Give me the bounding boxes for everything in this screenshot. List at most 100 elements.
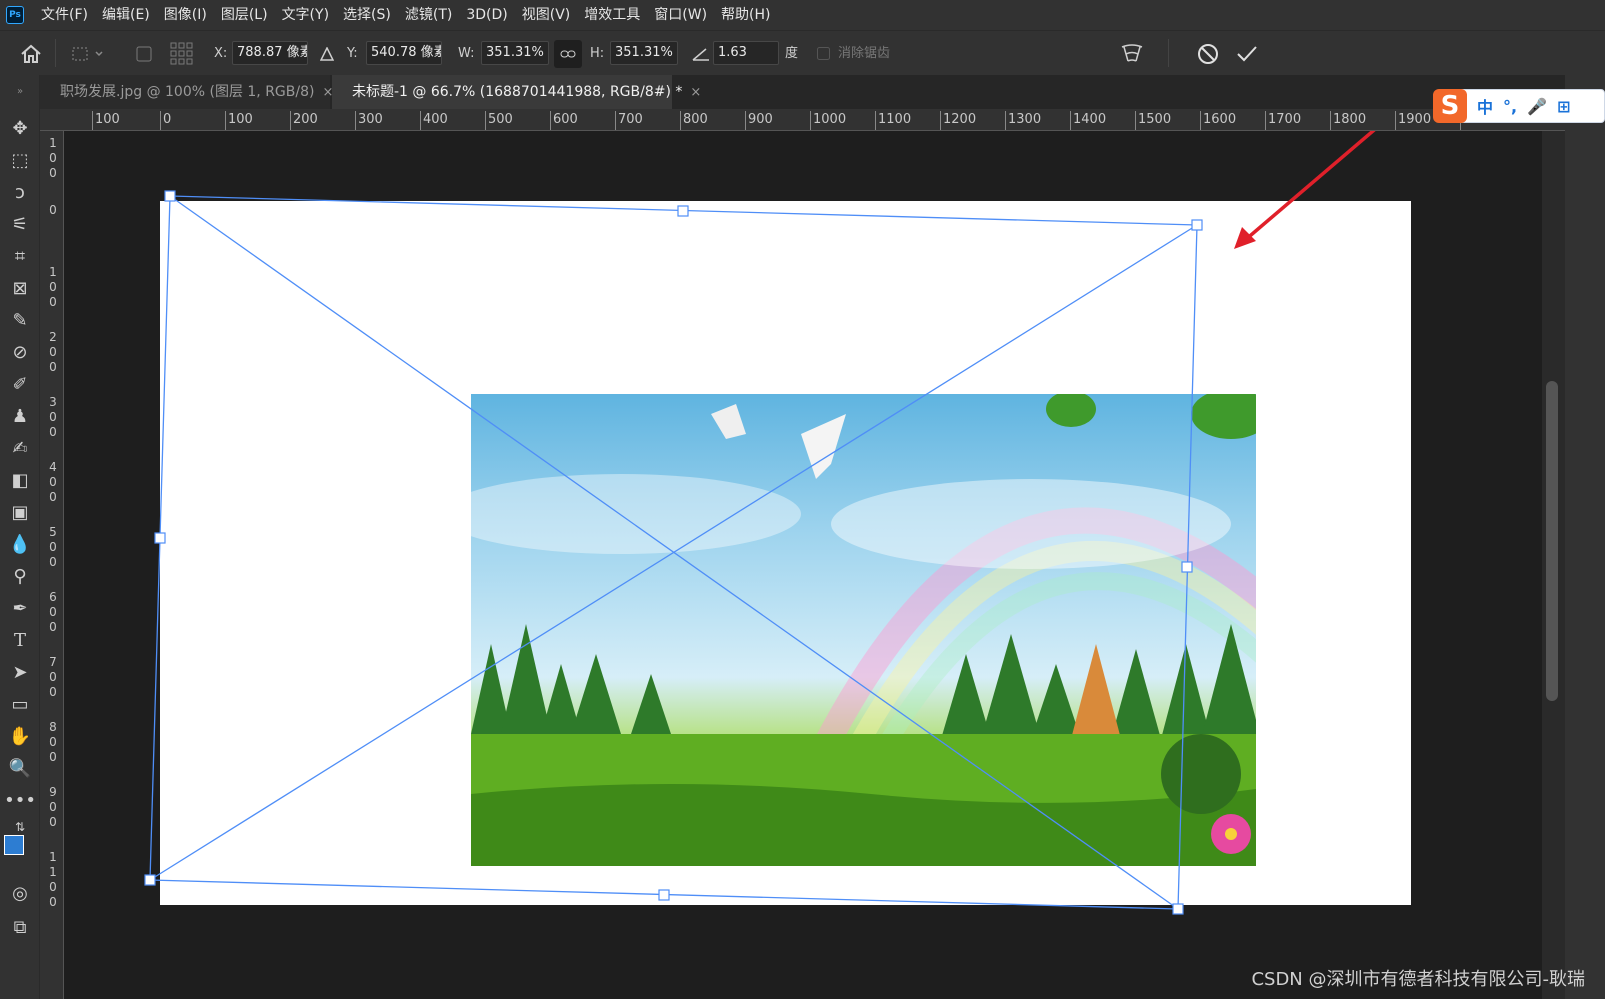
tools-panel: » ✥ ⬚ ↄ ⚟ ⌗ ⊠ ✎ ⊘ ✐ ♟ ✍ ◧ ▣ 💧 ⚲ ✒ T ➤ ▭ … — [0, 75, 40, 999]
menu-window[interactable]: 窗口(W) — [647, 0, 714, 30]
menu-type[interactable]: 文字(Y) — [275, 0, 336, 30]
ruler-tick: 7 0 0 — [49, 655, 57, 699]
tab-label: 未标题-1 @ 66.7% (1688701441988, RGB/8#) * — [352, 84, 683, 100]
stamp-tool-icon[interactable]: ♟ — [6, 402, 34, 430]
ps-logo-icon: Ps — [6, 6, 24, 24]
reference-point-grid-icon[interactable] — [170, 31, 194, 76]
dodge-tool-icon[interactable]: ⚲ — [6, 562, 34, 590]
rotation-angle-input[interactable]: 1.63 — [713, 41, 779, 65]
tab-label: 职场发展.jpg @ 100% (图层 1, RGB/8) — [60, 84, 315, 100]
collapse-panel-icon[interactable]: » — [6, 77, 34, 105]
foreground-color-swatch[interactable] — [4, 835, 24, 855]
magic-wand-tool-icon[interactable]: ⚟ — [6, 210, 34, 238]
ime-chinese-mode[interactable]: 中 — [1477, 94, 1493, 118]
transform-tool-icon[interactable] — [70, 31, 106, 76]
more-tools-icon[interactable]: ••• — [4, 786, 36, 814]
height-input[interactable]: 351.31% — [610, 41, 678, 65]
hand-tool-icon[interactable]: ✋ — [6, 722, 34, 750]
menu-help[interactable]: 帮助(H) — [714, 0, 777, 30]
commit-transform-icon[interactable] — [1236, 31, 1258, 76]
crop-tool-icon[interactable]: ⌗ — [6, 242, 34, 270]
scrollbar-thumb[interactable] — [1546, 381, 1558, 701]
close-icon[interactable]: × — [690, 85, 701, 100]
menu-view[interactable]: 视图(V) — [515, 0, 578, 30]
menu-plugins[interactable]: 增效工具 — [577, 0, 647, 30]
ruler-tick: 5 0 0 — [49, 525, 57, 569]
ruler-tick: 0 — [49, 203, 57, 217]
ruler-tick: 1700 — [1265, 111, 1301, 130]
path-selection-tool-icon[interactable]: ➤ — [6, 658, 34, 686]
brush-tool-icon[interactable]: ✐ — [6, 370, 34, 398]
eyedropper-tool-icon[interactable]: ✎ — [6, 306, 34, 334]
menu-image[interactable]: 图像(I) — [157, 0, 214, 30]
type-tool-icon[interactable]: T — [6, 626, 34, 654]
ruler-tick: 3 0 0 — [49, 395, 57, 439]
gradient-tool-icon[interactable]: ▣ — [6, 498, 34, 526]
lasso-tool-icon[interactable]: ↄ — [6, 178, 34, 206]
menu-edit[interactable]: 编辑(E) — [95, 0, 157, 30]
marquee-tool-icon[interactable]: ⬚ — [6, 146, 34, 174]
ime-toolbar[interactable]: S 中 °, 🎤 ⊞ — [1433, 89, 1605, 123]
ruler-tick: 6 0 0 — [49, 590, 57, 634]
pen-tool-icon[interactable]: ✒ — [6, 594, 34, 622]
ruler-tick: 1300 — [1005, 111, 1041, 130]
healing-brush-tool-icon[interactable]: ⊘ — [6, 338, 34, 366]
tab-untitled-1[interactable]: 未标题-1 @ 66.7% (1688701441988, RGB/8#) * × — [332, 75, 701, 109]
sogou-logo-icon[interactable]: S — [1433, 89, 1467, 123]
vertical-scrollbar[interactable] — [1542, 131, 1565, 999]
y-label: Y: — [347, 46, 358, 61]
home-icon[interactable] — [20, 31, 42, 76]
ruler-tick: 900 — [745, 111, 773, 130]
x-label: X: — [214, 46, 228, 61]
rectangle-tool-icon[interactable]: ▭ — [6, 690, 34, 718]
photoshop-window: Ps 文件(F) 编辑(E) 图像(I) 图层(L) 文字(Y) 选择(S) 滤… — [0, 0, 1605, 999]
menu-file[interactable]: 文件(F) — [34, 0, 95, 30]
ruler-tick: 4 0 0 — [49, 460, 57, 504]
antialias-checkbox[interactable] — [817, 31, 830, 76]
h-label: H: — [590, 46, 605, 61]
eraser-tool-icon[interactable]: ◧ — [6, 466, 34, 494]
options-bar: X: 788.87 像素 Y: 540.78 像素 W: 351.31% H: … — [0, 30, 1605, 75]
canvas-area[interactable] — [64, 131, 1565, 999]
ruler-tick: 0 — [160, 111, 171, 130]
transform-bounding-box[interactable] — [64, 131, 1565, 999]
keyboard-icon[interactable]: ⊞ — [1557, 97, 1570, 116]
cancel-transform-icon[interactable] — [1197, 31, 1219, 76]
frame-tool-icon[interactable]: ⊠ — [6, 274, 34, 302]
menu-select[interactable]: 选择(S) — [336, 0, 398, 30]
y-position-input[interactable]: 540.78 像素 — [366, 41, 442, 65]
history-brush-tool-icon[interactable]: ✍ — [6, 434, 34, 462]
menu-bar: Ps 文件(F) 编辑(E) 图像(I) 图层(L) 文字(Y) 选择(S) 滤… — [0, 0, 1605, 30]
ruler-tick: 100 — [92, 111, 120, 130]
ruler-tick: 1400 — [1070, 111, 1106, 130]
width-input[interactable]: 351.31% — [481, 41, 549, 65]
document-tabs: 职场发展.jpg @ 100% (图层 1, RGB/8) × 未标题-1 @ 6… — [40, 75, 1605, 109]
watermark: CSDN @深圳市有德者科技有限公司-耿瑞 — [1251, 969, 1585, 990]
ruler-tick: 100 — [225, 111, 253, 130]
ruler-tick: 200 — [290, 111, 318, 130]
tab-career-jpg[interactable]: 职场发展.jpg @ 100% (图层 1, RGB/8) × — [40, 75, 333, 109]
ruler-tick: 1800 — [1330, 111, 1366, 130]
ruler-tick: 1 0 0 — [49, 136, 57, 180]
ruler-tick: 300 — [355, 111, 383, 130]
menu-3d[interactable]: 3D(D) — [459, 0, 514, 30]
ime-punctuation[interactable]: °, — [1503, 97, 1517, 116]
move-tool-icon[interactable]: ✥ — [6, 114, 34, 142]
microphone-icon[interactable]: 🎤 — [1527, 97, 1547, 116]
menu-layer[interactable]: 图层(L) — [214, 0, 275, 30]
quick-mask-icon[interactable]: ◎ — [6, 879, 34, 907]
menu-filter[interactable]: 滤镜(T) — [398, 0, 459, 30]
ruler-tick: 8 0 0 — [49, 720, 57, 764]
ruler-tick: 1600 — [1200, 111, 1236, 130]
x-position-input[interactable]: 788.87 像素 — [232, 41, 308, 65]
reference-point-checkbox[interactable] — [136, 31, 152, 76]
link-icon[interactable] — [554, 31, 582, 76]
zoom-tool-icon[interactable]: 🔍 — [6, 754, 34, 782]
delta-icon[interactable] — [320, 31, 334, 76]
warp-mode-icon[interactable] — [1120, 31, 1144, 76]
w-label: W: — [458, 46, 475, 61]
ruler-tick: 1 0 0 — [49, 265, 57, 309]
screen-mode-icon[interactable]: ⧉ — [6, 913, 34, 941]
blur-tool-icon[interactable]: 💧 — [6, 530, 34, 558]
ruler-tick: 500 — [485, 111, 513, 130]
